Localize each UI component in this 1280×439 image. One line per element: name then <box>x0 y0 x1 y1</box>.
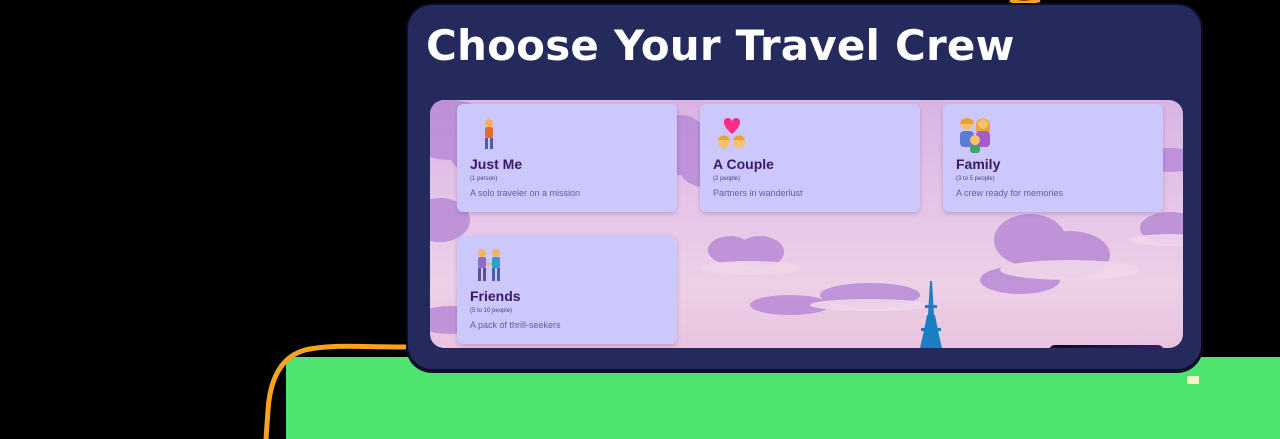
crew-option-a-couple[interactable]: A Couple (2 people) Partners in wanderlu… <box>700 104 920 212</box>
crew-selection-panel: Choose Your Travel Crew Just Me (1 perso… <box>406 3 1203 371</box>
page-title: Choose Your Travel Crew <box>426 21 1015 70</box>
eiffel-tower-icon <box>920 281 942 348</box>
paris-sky-scene: Just Me (1 person) A solo traveler on a … <box>430 100 1183 348</box>
option-name: Just Me <box>470 156 523 172</box>
option-count: (1 person) <box>470 176 498 182</box>
option-count: (2 people) <box>713 176 741 182</box>
friends-holding-hands-icon <box>478 249 500 281</box>
family-icon <box>960 118 991 153</box>
option-count: (5 to 10 people) <box>470 308 513 314</box>
next-button-partial[interactable] <box>1049 345 1164 348</box>
single-person-icon <box>485 119 493 149</box>
crew-option-family[interactable]: Family (3 to 5 people) A crew ready for … <box>943 104 1163 212</box>
crew-option-just-me[interactable]: Just Me (1 person) A solo traveler on a … <box>457 104 677 212</box>
option-count: (3 to 5 people) <box>956 176 995 182</box>
option-name: A Couple <box>713 156 774 172</box>
option-description: Partners in wanderlust <box>713 188 803 198</box>
couple-with-heart-icon <box>718 118 745 148</box>
option-name: Friends <box>470 288 521 304</box>
option-name: Family <box>956 156 1001 172</box>
crew-option-friends[interactable]: Friends (5 to 10 people) A pack of thril… <box>457 236 677 344</box>
option-description: A solo traveler on a mission <box>470 188 581 198</box>
option-description: A crew ready for memories <box>956 188 1064 198</box>
option-description: A pack of thrill-seekers <box>470 320 561 330</box>
